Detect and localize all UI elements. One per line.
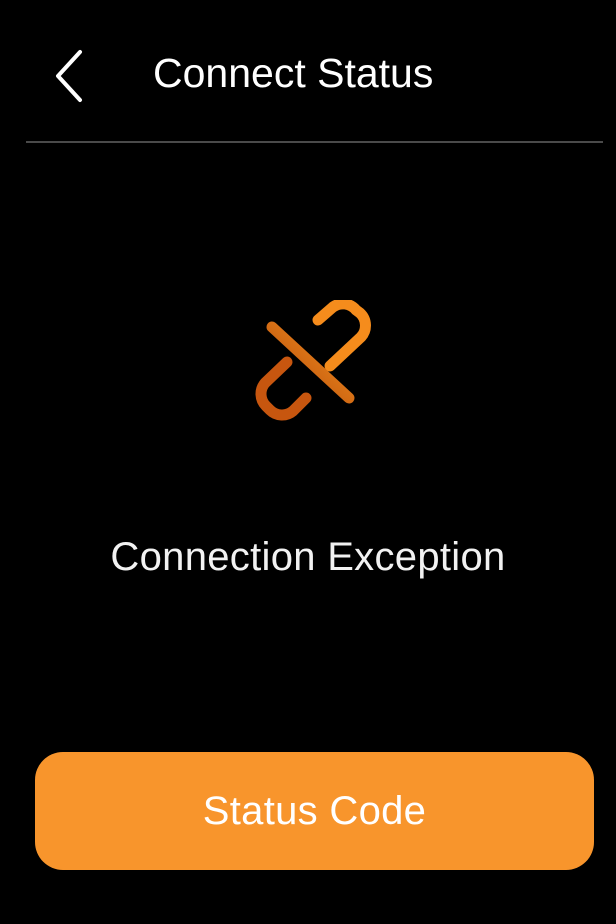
broken-link-icon xyxy=(248,300,378,430)
page-title: Connect Status xyxy=(153,50,434,96)
back-button[interactable] xyxy=(40,40,100,112)
header: Connect Status xyxy=(0,0,616,142)
status-message: Connection Exception xyxy=(110,535,506,579)
header-divider xyxy=(26,141,603,143)
connect-status-screen: Connect Status Connection Exception Stat… xyxy=(0,0,616,924)
status-code-label: Status Code xyxy=(202,788,427,833)
chevron-left-icon xyxy=(56,50,82,102)
status-code-button[interactable]: Status Code xyxy=(35,752,594,870)
